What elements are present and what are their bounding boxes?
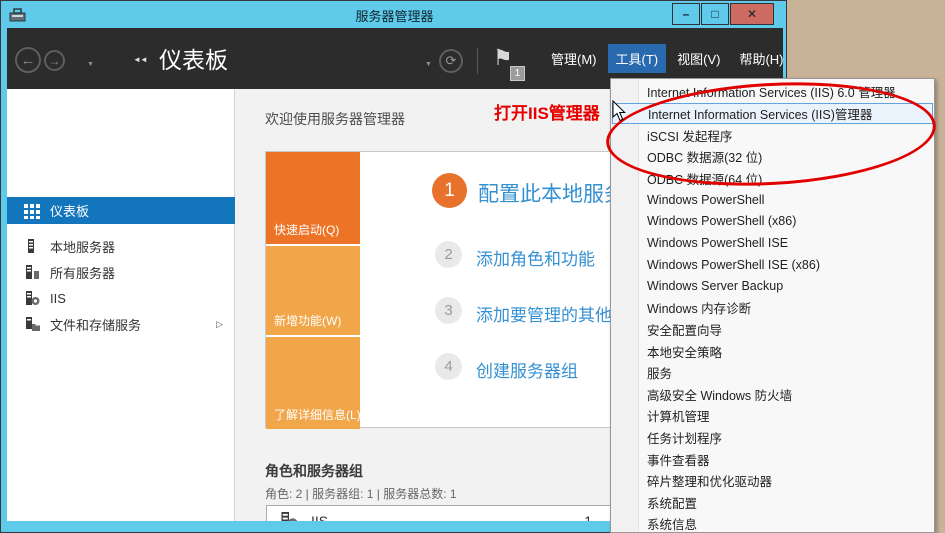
tools-menu-item-label: 服务 xyxy=(647,367,673,382)
quick-start-tile[interactable]: 快速启动(Q) xyxy=(266,152,360,244)
refresh-icon[interactable]: ⟳ xyxy=(439,49,463,73)
sidebar-item-local-server[interactable]: 本地服务器 xyxy=(7,233,235,259)
sidebar: 仪表板 本地服务器 所有服务器 IIS 文件和存储服务 ▷ xyxy=(7,89,235,521)
quick-start-label: 快速启动(Q) xyxy=(274,223,340,237)
tools-menu-item-label: Windows PowerShell ISE xyxy=(647,236,789,251)
menubar-item[interactable]: 管理(M) xyxy=(543,44,605,73)
forward-button[interactable]: → xyxy=(44,50,65,71)
menubar-item-label: 帮助(H) xyxy=(739,52,784,67)
roles-groups-heading: 角色和服务器组 xyxy=(265,463,363,479)
tools-menu-item-label: 高级安全 Windows 防火墙 xyxy=(647,388,793,403)
tools-menu-item[interactable]: 安全配置向导 xyxy=(611,319,934,341)
iis-tile-icon xyxy=(281,512,298,521)
tools-menu-item-label: Windows PowerShell (x86) xyxy=(647,214,797,229)
tools-menu-item[interactable]: Windows PowerShell ISE xyxy=(611,232,934,254)
tools-menu-item-label: 系统信息 xyxy=(647,518,698,533)
roles-groups-summary: 角色: 2 | 服务器组: 1 | 服务器总数: 1 xyxy=(265,487,457,501)
tools-menu-item[interactable]: 系统信息 xyxy=(611,513,934,533)
sidebar-item-label: 所有服务器 xyxy=(50,265,116,281)
back-button[interactable]: ← xyxy=(15,47,41,73)
menubar-item-label: 管理(M) xyxy=(551,52,597,67)
maximize-button[interactable]: □ xyxy=(701,3,729,25)
iis-tile-count: 1 xyxy=(584,513,592,521)
iis-server-icon xyxy=(26,291,40,305)
tools-menu-item-label: 碎片整理和优化驱动器 xyxy=(647,475,773,490)
window-title: 服务器管理器 xyxy=(355,9,434,24)
minimize-button[interactable]: – xyxy=(672,3,700,25)
local-server-icon xyxy=(28,239,34,253)
tools-menu-item-label: 系统配置 xyxy=(647,496,698,511)
iis-tile-label: IIS xyxy=(311,513,329,521)
tools-menu-item-label: 安全配置向导 xyxy=(647,324,723,338)
menubar-item-label: 工具(T) xyxy=(615,52,659,67)
submenu-arrow-icon[interactable]: ▷ xyxy=(216,319,223,330)
tools-menu-item-label: Windows PowerShell ISE (x86) xyxy=(647,257,820,272)
dashboard-grid-icon xyxy=(24,203,40,219)
menubar-item[interactable]: 工具(T) xyxy=(607,44,667,73)
menubar-item[interactable]: 视图(V) xyxy=(669,44,728,73)
notification-count-badge[interactable]: 1 xyxy=(510,66,525,81)
tools-menu-item[interactable]: 事件查看器 xyxy=(611,448,934,470)
sidebar-item-label: 本地服务器 xyxy=(50,239,116,255)
step-4-badge: 4 xyxy=(435,353,462,380)
tools-menu-item[interactable]: 高级安全 Windows 防火墙 xyxy=(611,384,934,406)
whats-new-label: 新增功能(W) xyxy=(274,314,342,328)
tools-menu-item-label: Windows PowerShell xyxy=(647,192,765,207)
menubar-item[interactable]: 帮助(H) xyxy=(731,44,791,73)
tools-menu-item[interactable]: 计算机管理 xyxy=(611,405,934,427)
tools-menu-item-label: 任务计划程序 xyxy=(647,432,723,447)
collapse-breadcrumb-icon[interactable]: ◄◄ xyxy=(133,55,148,64)
sidebar-item-dashboard[interactable]: 仪表板 xyxy=(7,197,235,224)
tools-menu-item[interactable]: 系统配置 xyxy=(611,492,934,514)
step-4-link[interactable]: 创建服务器组 xyxy=(476,357,578,382)
tools-menu-item-label: 事件查看器 xyxy=(647,453,710,468)
tools-menu-item[interactable]: 碎片整理和优化驱动器 xyxy=(611,470,934,492)
tools-menu-item[interactable]: Windows 内存诊断 xyxy=(611,297,934,319)
tools-menu-item[interactable]: Windows PowerShell ISE (x86) xyxy=(611,254,934,276)
iis-role-tile[interactable]: IIS 1 xyxy=(266,505,613,521)
tools-menu-item-label: Windows Server Backup xyxy=(647,279,784,294)
tools-menu-item[interactable]: 服务 xyxy=(611,362,934,384)
welcome-heading: 欢迎使用服务器管理器 xyxy=(265,111,405,127)
mouse-cursor xyxy=(612,100,626,122)
step-2-link[interactable]: 添加角色和功能 xyxy=(476,245,595,270)
sidebar-item-all-servers[interactable]: 所有服务器 xyxy=(7,259,235,285)
tools-menu-item[interactable]: 任务计划程序 xyxy=(611,427,934,449)
sidebar-item-iis[interactable]: IIS xyxy=(7,285,235,311)
step-3-badge: 3 xyxy=(435,297,462,324)
header-separator xyxy=(477,48,478,74)
tools-menu-item-label: 计算机管理 xyxy=(647,410,710,425)
all-servers-icon xyxy=(26,265,39,279)
tools-menu-item[interactable]: Windows Server Backup xyxy=(611,275,934,297)
open-iis-annotation: 打开IIS管理器 xyxy=(494,104,600,123)
sidebar-item-label: IIS xyxy=(50,290,66,306)
sidebar-item-file-storage-services[interactable]: 文件和存储服务 ▷ xyxy=(7,311,235,337)
file-storage-icon xyxy=(26,317,40,331)
scope-dropdown-icon[interactable]: ▼ xyxy=(425,61,432,68)
step-2-badge: 2 xyxy=(435,241,462,268)
page-title: 仪表板 xyxy=(159,47,228,73)
tools-menu-item-label: Windows 内存诊断 xyxy=(647,302,752,317)
tools-menu-item-label: 本地安全策略 xyxy=(647,345,723,360)
sidebar-item-label: 文件和存储服务 xyxy=(50,317,142,333)
sidebar-item-label: 仪表板 xyxy=(50,204,90,219)
nav-history-dropdown-icon[interactable]: ▼ xyxy=(87,61,94,68)
menubar-item-label: 视图(V) xyxy=(677,52,721,67)
titlebar[interactable]: 服务器管理器 – □ ✕ xyxy=(1,1,786,28)
learn-more-tile[interactable]: 了解详细信息(L) xyxy=(266,337,361,429)
tools-menu-item[interactable]: Windows PowerShell (x86) xyxy=(611,211,934,233)
step-1-badge: 1 xyxy=(432,173,467,208)
desktop: 服务器管理器 – □ ✕ ← → ▼ ◄◄ 仪表板 ▼ ⟳ ⚑ 1 管理(M) xyxy=(0,0,945,533)
close-button[interactable]: ✕ xyxy=(730,3,774,25)
tools-menu-item[interactable]: 本地安全策略 xyxy=(611,340,934,362)
tools-menu-item[interactable]: Windows PowerShell xyxy=(611,189,934,211)
whats-new-tile[interactable]: 新增功能(W) xyxy=(266,246,360,335)
learn-more-label: 了解详细信息(L) xyxy=(274,408,361,422)
